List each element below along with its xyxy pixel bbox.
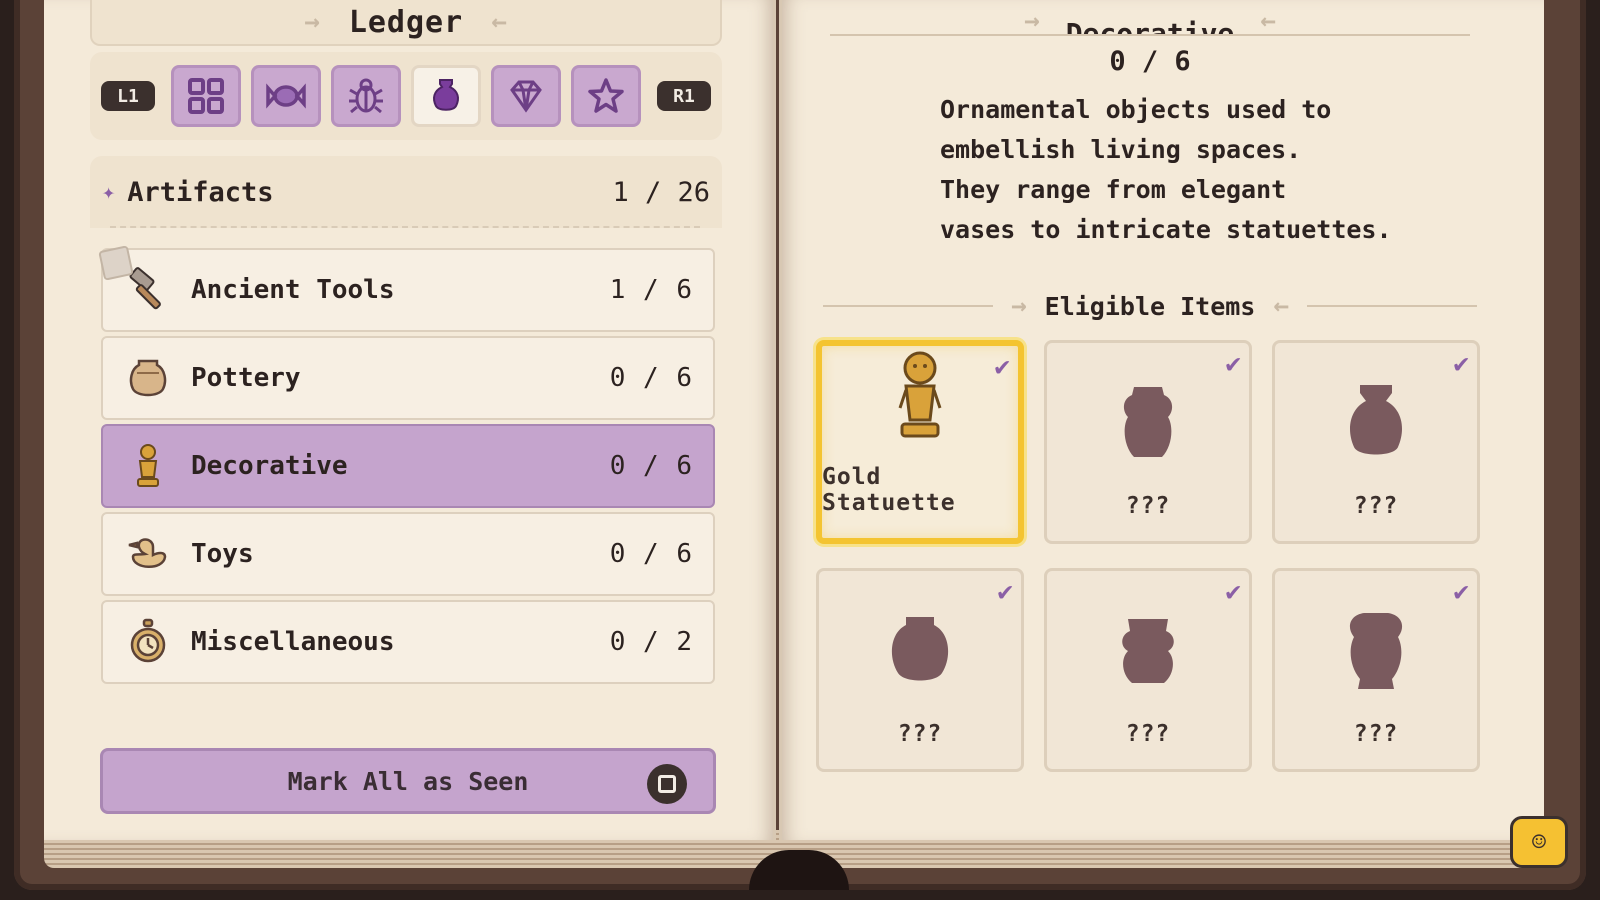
subcategory-label: Miscellaneous <box>191 627 395 657</box>
detail-count: 0 / 6 <box>1109 46 1191 77</box>
category-header: ✦ Artifacts 1 / 26 <box>90 156 722 228</box>
category-count: 1 / 26 <box>612 176 710 208</box>
item-label: ??? <box>1125 493 1171 519</box>
deco-arrow-left-icon: ← <box>491 7 508 37</box>
page-title: Ledger <box>348 4 464 40</box>
eligible-items-grid: ✔ Gold Statuette ✔ ??? ✔ ??? ✔ ??? ✔ ???… <box>816 340 1480 772</box>
divider <box>822 305 993 307</box>
subcategory-label: Decorative <box>191 451 348 481</box>
tab-special[interactable] <box>571 65 641 127</box>
subcategory-decorative[interactable]: Decorative 0 / 6 <box>101 424 715 508</box>
description-line: Ornamental objects used to <box>940 95 1332 124</box>
deco-arrow-right-icon: → <box>1010 291 1027 321</box>
subcategory-count: 1 / 6 <box>609 275 693 305</box>
checkmark-icon: ✔ <box>997 577 1013 607</box>
tab-artifacts[interactable] <box>411 65 481 127</box>
eligible-items-label: Eligible Items <box>1044 291 1256 321</box>
diamond-icon <box>510 80 542 113</box>
item-card-unknown[interactable]: ✔ ??? <box>1044 568 1252 772</box>
subcategory-count: 0 / 6 <box>609 451 693 481</box>
tab-all[interactable] <box>171 65 241 127</box>
subcategory-pottery[interactable]: Pottery 0 / 6 <box>101 336 715 420</box>
l1-button[interactable]: L1 <box>101 81 155 111</box>
item-label: ??? <box>1353 493 1399 519</box>
category-name: Artifacts <box>127 176 274 208</box>
subcategory-toys[interactable]: Toys 0 / 6 <box>101 512 715 596</box>
subcategory-miscellaneous[interactable]: Miscellaneous 0 / 2 <box>101 600 715 684</box>
item-label: ??? <box>897 721 943 747</box>
divider <box>830 34 1470 36</box>
subcategory-label: Ancient Tools <box>191 275 395 305</box>
sparkle-icon: ✦ <box>102 179 116 205</box>
item-label: Gold Statuette <box>822 464 956 516</box>
checkmark-icon: ✔ <box>1225 577 1241 607</box>
deco-arrow-left-icon: ← <box>1260 6 1276 36</box>
candy-icon <box>266 83 306 109</box>
deco-arrow-right-icon: → <box>1024 6 1040 36</box>
subcategory-count: 0 / 6 <box>609 539 693 569</box>
tab-bugs[interactable] <box>331 65 401 127</box>
statuette-icon <box>123 441 173 491</box>
divider <box>1307 305 1478 307</box>
item-card-unknown[interactable]: ✔ ??? <box>1272 568 1480 772</box>
detail-title-bar: → Decorative ← <box>820 0 1480 36</box>
bug-icon <box>349 78 383 114</box>
subcategory-ancient-tools[interactable]: Ancient Tools 1 / 6 <box>98 245 715 332</box>
pot-icon <box>123 353 173 403</box>
deco-arrow-right-icon: → <box>304 7 321 37</box>
grid-icon <box>188 78 224 114</box>
item-label: ??? <box>1125 721 1171 747</box>
divider <box>110 226 700 228</box>
subcategory-count: 0 / 6 <box>609 363 693 393</box>
ledger-title-bar: → Ledger ← <box>90 0 722 46</box>
gold-statuette-icon <box>898 351 942 438</box>
checkmark-icon: ✔ <box>1453 349 1469 379</box>
mark-all-seen-label: Mark All as Seen <box>287 766 529 796</box>
item-card-unknown[interactable]: ✔ ??? <box>1272 340 1480 544</box>
tab-candy[interactable] <box>251 65 321 127</box>
chat-helper-button[interactable]: ☺ <box>1510 816 1568 868</box>
duck-icon <box>123 529 173 579</box>
item-card-unknown[interactable]: ✔ ??? <box>816 568 1024 772</box>
mark-all-seen-button[interactable]: Mark All as Seen <box>100 748 716 814</box>
deco-arrow-left-icon: ← <box>1273 291 1290 321</box>
checkmark-icon: ✔ <box>1453 577 1469 607</box>
detail-description: Ornamental objects used to embellish liv… <box>940 90 1420 250</box>
subcategory-label: Toys <box>191 539 254 569</box>
pocket-watch-icon <box>123 617 173 667</box>
vase-icon <box>433 79 459 111</box>
star-icon <box>588 78 624 113</box>
r1-button[interactable]: R1 <box>657 81 711 111</box>
subcategory-list: Ancient Tools 1 / 6 Pottery 0 / 6 Decora… <box>98 245 715 688</box>
description-line: vases to intricate statuettes. <box>940 215 1392 244</box>
tab-gems[interactable] <box>491 65 561 127</box>
unknown-silhouette-icon <box>1123 387 1173 457</box>
item-card-gold-statuette[interactable]: ✔ Gold Statuette <box>816 340 1024 544</box>
category-tab-bar: L1 R1 <box>90 52 722 140</box>
item-card-unknown[interactable]: ✔ ??? <box>1044 340 1252 544</box>
new-tag-icon <box>98 245 134 281</box>
eligible-items-header: → Eligible Items ← <box>820 286 1480 326</box>
unknown-silhouette-icon <box>1349 613 1403 689</box>
smiley-icon: ☺ <box>1531 828 1547 856</box>
description-line: embellish living spaces. <box>940 135 1302 164</box>
item-label: ??? <box>1353 721 1399 747</box>
description-line: They range from elegant <box>940 175 1287 204</box>
unknown-silhouette-icon <box>1122 619 1174 683</box>
subcategory-label: Pottery <box>191 363 301 393</box>
unknown-silhouette-icon <box>1350 385 1402 455</box>
unknown-silhouette-icon <box>891 617 949 681</box>
square-button-icon <box>647 764 687 804</box>
checkmark-icon: ✔ <box>1225 349 1241 379</box>
subcategory-count: 0 / 2 <box>609 627 693 657</box>
checkmark-icon: ✔ <box>994 352 1010 382</box>
